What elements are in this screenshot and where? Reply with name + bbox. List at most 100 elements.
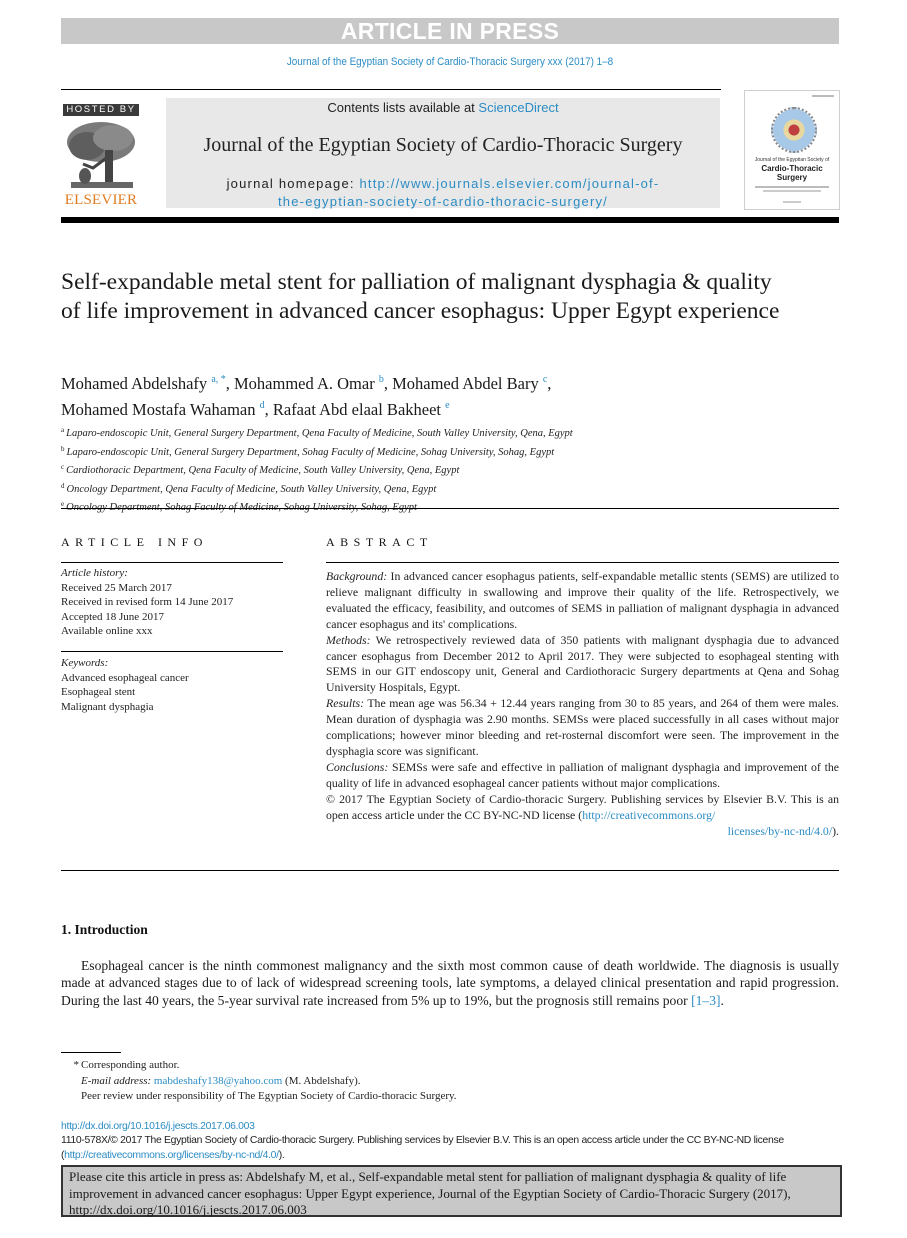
keywords-rule (61, 651, 283, 652)
hosted-by-label: HOSTED BY (63, 104, 139, 116)
corresponding-author-text: Corresponding author. (81, 1059, 180, 1071)
cover-text-line (783, 201, 801, 203)
keywords-label: Keywords: (61, 657, 109, 669)
affiliation-text: Laparo-endoscopic Unit, General Surgery … (66, 428, 573, 439)
license-close: ). (832, 823, 839, 838)
history-item: Accepted 18 June 2017 (61, 610, 164, 623)
contents-available-line: Contents lists available at ScienceDirec… (166, 100, 720, 115)
doi-link[interactable]: http://dx.doi.org/10.1016/j.jescts.2017.… (61, 1121, 255, 1132)
author-separator: , (264, 400, 273, 419)
abstract-section-label: Results: (326, 696, 365, 711)
issn-line: 1110-578X/© 2017 The Egyptian Society of… (61, 1134, 839, 1163)
running-header[interactable]: Journal of the Egyptian Society of Cardi… (100, 56, 800, 68)
author-affiliation-mark[interactable]: a, * (211, 374, 225, 385)
journal-homepage: journal homepage: http://www.journals.el… (166, 175, 720, 211)
abstract-section-text: We retrospectively reviewed data of 350 … (326, 632, 839, 695)
cover-text-line (755, 186, 829, 188)
article-info-heading: ARTICLE INFO (61, 535, 208, 549)
journal-title: Journal of the Egyptian Society of Cardi… (203, 134, 683, 156)
section-divider (61, 870, 839, 871)
abstract-results: Results: The mean age was 56.34 + 12.44 … (326, 696, 839, 760)
author[interactable]: Mohamed Abdel Bary (392, 374, 539, 393)
affiliation-text: Oncology Department, Qena Faculty of Med… (66, 483, 437, 495)
masthead-top-rule (61, 89, 721, 90)
abstract-conclusions: Conclusions: SEMSs were safe and effecti… (326, 760, 839, 792)
journal-cover-thumbnail: Journal of the Egyptian Society of Cardi… (744, 90, 840, 210)
license-link[interactable]: http://creativecommons.org/licenses/by-n… (64, 1150, 279, 1161)
doi-block: http://dx.doi.org/10.1016/j.jescts.2017.… (61, 1120, 839, 1163)
affiliation-list: a Laparo-endoscopic Unit, General Surgery… (61, 423, 761, 516)
cover-subtitle: Journal of the Egyptian Society of (754, 157, 830, 163)
license-close: ). (278, 1149, 285, 1161)
article-info-rule (61, 562, 283, 563)
affiliation-text: Laparo-endoscopic Unit, General Surgery … (66, 446, 555, 458)
cover-title-line1: Cardio-Thoracic (761, 164, 823, 173)
cover-text-line (763, 190, 821, 192)
license-link[interactable]: http://creativecommons.org/ (582, 808, 715, 822)
history-item: Available online xxx (61, 625, 153, 638)
sciencedirect-link[interactable]: ScienceDirect (478, 100, 558, 115)
abstract-rule (326, 562, 839, 563)
author-separator: , (225, 374, 235, 393)
keyword-item: Malignant dysphagia (61, 700, 154, 713)
author-list: Mohamed Abdelshafy a, *, Mohammed A. Oma… (61, 369, 781, 421)
author[interactable]: Rafaat Abd elaal Bakheet (273, 400, 441, 419)
contents-prefix: Contents lists available at (327, 100, 479, 115)
affiliation-text: Cardiothoracic Department, Qena Faculty … (66, 465, 460, 477)
email-label: E-mail address: (81, 1074, 152, 1087)
keywords: Keywords: Advanced esophageal cancer Eso… (61, 656, 286, 714)
author-affiliation-mark[interactable]: e (445, 400, 449, 411)
masthead-bottom-rule (61, 217, 839, 223)
email-owner: (M. Abdelshafy). (282, 1074, 361, 1087)
author[interactable]: Mohamed Mostafa Wahaman (61, 400, 255, 419)
affiliation-key: d (61, 481, 65, 490)
email-link[interactable]: mabdeshafy138@yahoo.com (154, 1075, 282, 1087)
affiliation-item: e Oncology Department, Sohag Faculty of M… (61, 497, 761, 516)
abstract-section-label: Methods: (326, 632, 371, 647)
elsevier-logo-text: ELSEVIER (64, 192, 138, 208)
abstract-section-text: In advanced cancer esophagus patients, s… (326, 569, 839, 631)
cover-title: Cardio-Thoracic Surgery (745, 164, 839, 182)
footnotes: * Corresponding author. E-mail address: m… (61, 1058, 661, 1105)
article-history-label: Article history: (61, 567, 128, 579)
cover-issn-mark (812, 95, 834, 97)
keyword-item: Esophageal stent (61, 686, 136, 699)
affiliation-key: c (61, 463, 65, 472)
abstract-background: Background: In advanced cancer esophagus… (326, 569, 839, 633)
abstract-section-text: SEMSs were safe and effective in palliat… (326, 759, 839, 790)
email-note: E-mail address: mabdeshafy138@yahoo.com … (61, 1074, 661, 1090)
abstract-body: Background: In advanced cancer esophagus… (326, 569, 839, 839)
cite-this-article-box: Please cite this article in press as: Ab… (61, 1165, 842, 1217)
corresponding-author-note: * Corresponding author. (61, 1058, 661, 1074)
author-separator: , (547, 374, 552, 393)
affiliation-item: d Oncology Department, Qena Faculty of Me… (61, 479, 761, 498)
article-history: Article history: Received 25 March 2017 … (61, 566, 286, 639)
abstract-section-label: Background: (326, 569, 388, 583)
peer-review-note: Peer review under responsibility of The … (81, 1090, 457, 1102)
affiliation-item: c Cardiothoracic Department, Qena Faculty… (61, 460, 761, 479)
affiliation-key: a (61, 426, 65, 434)
history-item: Received 25 March 2017 (61, 581, 172, 594)
article-in-press-banner: ARTICLE IN PRESS (61, 18, 839, 44)
article-title: Self-expandable metal stent for palliati… (61, 269, 780, 324)
society-seal-icon (771, 107, 817, 153)
homepage-link-part1[interactable]: http://www.journals.elsevier.com/journal… (360, 176, 660, 191)
abstract-section-label: Conclusions: (326, 759, 389, 774)
author[interactable]: Mohammed A. Omar (234, 374, 375, 393)
cover-title-line2: Surgery (776, 173, 808, 182)
introduction-end: . (720, 992, 724, 1008)
license-link-continued[interactable]: licenses/by-nc-nd/4.0/ (728, 824, 833, 838)
abstract-copyright: © 2017 The Egyptian Society of Cardio-th… (326, 792, 839, 824)
introduction-paragraph: Esophageal cancer is the ninth commonest… (61, 957, 839, 1009)
abstract-methods: Methods: We retrospectively reviewed dat… (326, 633, 839, 697)
homepage-prefix: journal homepage: (226, 176, 360, 191)
affiliation-item: b Laparo-endoscopic Unit, General Surgery… (61, 442, 761, 461)
section-divider (61, 508, 839, 509)
history-item: Received in revised form 14 June 2017 (61, 596, 234, 609)
author[interactable]: Mohamed Abdelshafy (61, 374, 207, 393)
abstract-section-text: The mean age was 56.34 + 12.44 years ran… (326, 696, 839, 758)
homepage-link-part2[interactable]: the-egyptian-society-of-cardio-thoracic-… (278, 194, 608, 209)
introduction-heading: 1. Introduction (61, 922, 148, 937)
keyword-item: Advanced esophageal cancer (61, 671, 189, 684)
citation-link[interactable]: [1–3] (691, 993, 720, 1008)
